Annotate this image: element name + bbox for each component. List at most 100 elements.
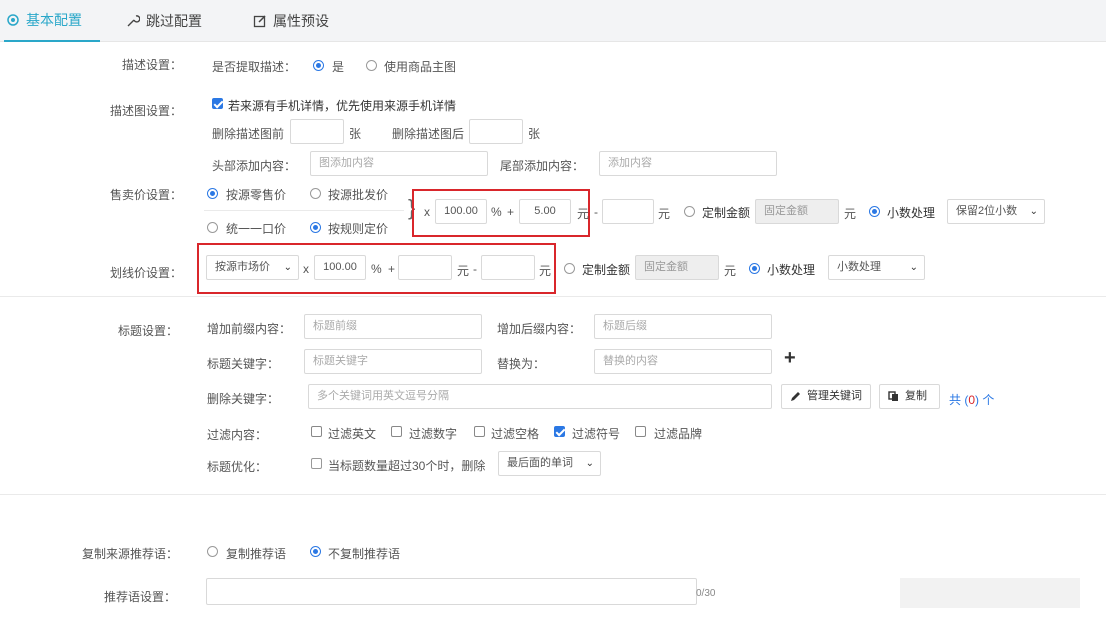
checkbox-filter-english[interactable] bbox=[311, 426, 322, 437]
head-add-content-label: 头部添加内容： bbox=[212, 159, 297, 173]
recommend-char-counter: 0/30 bbox=[696, 588, 716, 599]
plus-symbol: + bbox=[388, 262, 396, 276]
tab-attr-preset[interactable]: 属性预设 bbox=[253, 0, 329, 42]
title-suffix-label: 增加后缀内容： bbox=[497, 322, 582, 336]
tab-skip-config[interactable]: 跳过配置 bbox=[126, 0, 202, 42]
checkbox-filter-symbols[interactable] bbox=[554, 426, 565, 437]
desc-image-settings-label: 描述图设置： bbox=[109, 104, 182, 118]
remove-keyword-input[interactable]: 多个关键词用英文逗号分隔 bbox=[308, 384, 772, 409]
sale-price-settings-label: 售卖价设置： bbox=[109, 188, 182, 202]
radio-fixed-amount[interactable] bbox=[684, 206, 695, 217]
section-divider bbox=[0, 296, 1106, 297]
title-optimize-label: 标题优化： bbox=[207, 460, 268, 474]
checkbox-mobile-detail-first[interactable] bbox=[212, 98, 223, 109]
title-suffix-input[interactable]: 标题后缀 bbox=[594, 314, 772, 339]
chevron-down-icon: ⌄ bbox=[1029, 206, 1038, 217]
tab-bar: 基本配置 跳过配置 属性预设 bbox=[0, 0, 1106, 42]
unit-label: 张 bbox=[349, 127, 362, 141]
radio-decimal-handling-label: 小数处理 bbox=[887, 206, 936, 220]
multiply-symbol: x bbox=[424, 205, 430, 219]
count-suffix: ) 个 bbox=[975, 393, 995, 407]
radio-copy-recommend[interactable] bbox=[207, 546, 218, 557]
drop-price-base-select[interactable]: 按源市场价 ⌄ bbox=[206, 255, 299, 280]
sale-price-fixed-amount-input[interactable]: 固定金额 bbox=[755, 199, 839, 224]
title-keyword-input[interactable]: 标题关键字 bbox=[304, 349, 482, 374]
extract-desc-question: 是否提取描述： bbox=[212, 60, 297, 74]
radio-rule-price-label: 按规则定价 bbox=[328, 222, 389, 236]
sale-price-add-input[interactable]: 5.00 bbox=[519, 199, 571, 224]
yuan-unit: 元 bbox=[539, 264, 552, 278]
delete-first-images-label: 删除描述图前 bbox=[212, 127, 285, 141]
manage-keywords-button[interactable]: 管理关键词 bbox=[781, 384, 871, 409]
yuan-unit: 元 bbox=[844, 207, 857, 221]
radio-source-wholesale-price[interactable] bbox=[310, 188, 321, 199]
radio-use-main-image[interactable] bbox=[366, 60, 377, 71]
select-value: 保留2位小数 bbox=[956, 205, 1018, 217]
radio-source-wholesale-price-label: 按源批发价 bbox=[328, 188, 389, 202]
title-prefix-input[interactable]: 标题前缀 bbox=[304, 314, 482, 339]
checkbox-filter-digits[interactable] bbox=[391, 426, 402, 437]
tab-label: 属性预设 bbox=[273, 13, 329, 29]
checkbox-filter-spaces[interactable] bbox=[474, 426, 485, 437]
delete-last-images-input[interactable] bbox=[469, 119, 523, 144]
chevron-down-icon: ⌄ bbox=[585, 458, 594, 469]
radio-rule-price[interactable] bbox=[310, 222, 321, 233]
radio-extract-yes-label: 是 bbox=[332, 60, 345, 74]
tail-add-content-input[interactable]: 添加内容 bbox=[599, 151, 777, 176]
radio-extract-yes[interactable] bbox=[313, 60, 324, 71]
radio-use-main-image-label: 使用商品主图 bbox=[384, 60, 457, 74]
checkbox-title-optimize[interactable] bbox=[311, 458, 322, 469]
replace-with-input[interactable]: 替换的内容 bbox=[594, 349, 772, 374]
sale-price-multiplier-input[interactable]: 100.00 bbox=[435, 199, 487, 224]
filter-spaces-label: 过滤空格 bbox=[491, 427, 540, 441]
count-prefix: 共 ( bbox=[949, 393, 969, 407]
tail-add-content-label: 尾部添加内容： bbox=[500, 159, 585, 173]
minus-symbol: - bbox=[473, 262, 477, 276]
filter-brand-label: 过滤品牌 bbox=[654, 427, 703, 441]
drop-price-multiplier-input[interactable]: 100.00 bbox=[314, 255, 366, 280]
add-rule-button[interactable]: + bbox=[784, 347, 796, 370]
section-divider bbox=[0, 494, 1106, 495]
keyword-count: 共 (0) 个 bbox=[949, 391, 994, 408]
radio-fixed-amount[interactable] bbox=[564, 263, 575, 274]
sale-price-decimal-select[interactable]: 保留2位小数 ⌄ bbox=[947, 199, 1045, 224]
head-add-content-input[interactable]: 图添加内容 bbox=[310, 151, 488, 176]
chevron-down-icon: ⌄ bbox=[909, 262, 918, 273]
title-keyword-label: 标题关键字： bbox=[207, 357, 280, 371]
radio-fixed-price[interactable] bbox=[207, 222, 218, 233]
tab-label: 基本配置 bbox=[26, 12, 82, 28]
tab-label: 跳过配置 bbox=[146, 13, 202, 29]
replace-with-label: 替换为： bbox=[497, 357, 546, 371]
select-value: 小数处理 bbox=[837, 261, 881, 273]
sale-price-subtract-input[interactable] bbox=[602, 199, 654, 224]
copy-button[interactable]: 复制 bbox=[879, 384, 940, 409]
unit-label: 张 bbox=[528, 127, 541, 141]
settings-icon bbox=[7, 14, 19, 26]
radio-source-retail-price[interactable] bbox=[207, 188, 218, 199]
percent-symbol: % bbox=[371, 262, 382, 276]
radio-decimal-handling[interactable] bbox=[749, 263, 760, 274]
radio-fixed-price-label: 统一一口价 bbox=[226, 222, 287, 236]
manage-keywords-label: 管理关键词 bbox=[807, 390, 862, 402]
desc-settings-label: 描述设置： bbox=[121, 58, 182, 72]
drop-price-add-input[interactable] bbox=[398, 255, 452, 280]
recommend-input[interactable] bbox=[206, 578, 697, 605]
drop-price-subtract-input[interactable] bbox=[481, 255, 535, 280]
copy-icon bbox=[888, 391, 898, 401]
radio-copy-recommend-label: 复制推荐语 bbox=[226, 547, 287, 561]
select-value: 按源市场价 bbox=[215, 261, 270, 273]
drop-price-settings-label: 划线价设置： bbox=[109, 266, 182, 280]
multiply-symbol: x bbox=[303, 262, 309, 276]
pencil-icon bbox=[791, 392, 800, 401]
radio-source-retail-price-label: 按源零售价 bbox=[226, 188, 287, 202]
tab-basic-config[interactable]: 基本配置 bbox=[4, 0, 100, 42]
delete-first-images-input[interactable] bbox=[290, 119, 344, 144]
radio-no-copy-recommend[interactable] bbox=[310, 546, 321, 557]
drop-price-decimal-select[interactable]: 小数处理 ⌄ bbox=[828, 255, 925, 280]
checkbox-filter-brand[interactable] bbox=[635, 426, 646, 437]
filter-digits-label: 过滤数字 bbox=[409, 427, 458, 441]
divider bbox=[204, 210, 404, 211]
drop-price-fixed-amount-input[interactable]: 固定金额 bbox=[635, 255, 719, 280]
title-optimize-select[interactable]: 最后面的单词 ⌄ bbox=[498, 451, 601, 476]
radio-decimal-handling[interactable] bbox=[869, 206, 880, 217]
